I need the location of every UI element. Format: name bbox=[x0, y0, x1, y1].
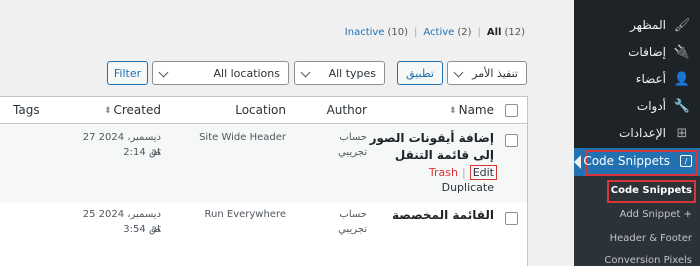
view-active-count: (2) bbox=[457, 27, 472, 38]
chevron-down-icon bbox=[300, 67, 311, 78]
snippet-title[interactable]: القائمة المخصصة bbox=[359, 207, 494, 224]
sidebar-item-label: أعضاء bbox=[635, 72, 666, 86]
view-all-link[interactable]: All bbox=[487, 27, 502, 38]
separator: | bbox=[477, 27, 481, 38]
snippet-author: حساب تجريبي bbox=[338, 132, 367, 158]
view-inactive-link[interactable]: Inactive bbox=[345, 27, 385, 38]
location-filter-select[interactable]: All locations bbox=[152, 61, 289, 85]
sidebar-item-settings[interactable]: الإعدادات ⊞ bbox=[580, 120, 690, 146]
sidebar-item-tools[interactable]: أدوات 🔧 bbox=[580, 93, 690, 119]
sidebar-item-label: إضافات bbox=[628, 45, 666, 59]
type-filter-select[interactable]: All types bbox=[294, 61, 385, 85]
sidebar-item-label: الإعدادات bbox=[619, 126, 666, 140]
view-all[interactable]: All (12) bbox=[487, 27, 525, 38]
snippet-title[interactable]: إضافة أيقونات الصور إلى قائمة التنقل bbox=[359, 130, 494, 164]
snippets-table: ⬍ Name Author Location ⬍ Created Tags إضاف… bbox=[0, 96, 528, 266]
type-filter-value: All types bbox=[328, 66, 376, 80]
table-row: القائمة المخصصة حساب تجريبي Run Everywhe… bbox=[0, 203, 527, 266]
column-created[interactable]: ⬍ Created bbox=[104, 103, 161, 117]
sidebar-item-users[interactable]: أعضاء 👤 bbox=[580, 66, 690, 92]
view-active-link[interactable]: Active bbox=[423, 27, 454, 38]
sidebar-item-label: Code Snippets bbox=[583, 154, 670, 168]
submenu-item-conversion-pixels[interactable]: Conversion Pixels bbox=[604, 255, 692, 266]
snippet-author: حساب تجريبي bbox=[338, 209, 367, 235]
row-checkbox[interactable] bbox=[505, 212, 518, 225]
wrench-icon: 🔧 bbox=[673, 98, 691, 114]
column-author: Author bbox=[326, 103, 367, 117]
column-location: Location bbox=[235, 103, 286, 117]
bulk-action-select[interactable]: تنفيذ الأمر bbox=[447, 61, 527, 85]
sidebar-item-label: المظهر bbox=[630, 18, 666, 32]
sidebar-item-plugins[interactable]: إضافات 🔌 bbox=[580, 39, 690, 65]
snippet-time: 3:54 ص bbox=[123, 224, 161, 235]
snippet-location: Run Everywhere bbox=[204, 209, 286, 220]
view-all-count: (12) bbox=[504, 27, 525, 38]
chevron-down-icon bbox=[158, 67, 169, 78]
location-filter-value: All locations bbox=[213, 66, 280, 80]
plugin-icon: 🔌 bbox=[673, 44, 691, 60]
settings-icon: ⊞ bbox=[676, 125, 688, 141]
duplicate-link[interactable]: Duplicate bbox=[442, 181, 494, 194]
sort-icon: ⬍ bbox=[103, 106, 112, 116]
main-content: All (12) | Active (2) | Inactive (10) تن… bbox=[0, 0, 574, 266]
column-name[interactable]: ⬍ Name bbox=[449, 103, 494, 117]
view-active[interactable]: Active (2) bbox=[423, 27, 471, 38]
table-header: ⬍ Name Author Location ⬍ Created Tags bbox=[0, 97, 527, 124]
bulk-action-value: تنفيذ الأمر bbox=[472, 66, 518, 80]
select-all-checkbox[interactable] bbox=[505, 104, 518, 117]
sort-icon: ⬍ bbox=[449, 106, 457, 116]
sidebar-item-appearance[interactable]: المظهر 🖌 bbox=[580, 12, 690, 38]
current-menu-pointer bbox=[574, 155, 581, 169]
apply-button[interactable]: تطبيق bbox=[397, 61, 443, 85]
view-inactive[interactable]: Inactive (10) bbox=[345, 27, 408, 38]
submenu-item-add-snippet[interactable]: Add Snippet + bbox=[620, 209, 692, 220]
edit-link[interactable]: Edit bbox=[469, 165, 497, 180]
status-views: All (12) | Active (2) | Inactive (10) bbox=[345, 27, 525, 38]
column-tags: Tags bbox=[13, 103, 40, 117]
sidebar-item-label: أدوات bbox=[636, 99, 666, 113]
paintbrush-icon: 🖌 bbox=[673, 17, 691, 33]
row-checkbox[interactable] bbox=[505, 134, 518, 147]
separator: | bbox=[414, 27, 418, 38]
filter-button[interactable]: Filter bbox=[107, 61, 148, 85]
snippet-location: Site Wide Header bbox=[199, 132, 286, 143]
row-actions: Trash | Edit bbox=[429, 165, 497, 180]
trash-link[interactable]: Trash bbox=[429, 166, 458, 179]
table-row: إضافة أيقونات الصور إلى قائمة التنقل Tra… bbox=[0, 125, 527, 203]
code-icon: / bbox=[680, 155, 692, 167]
view-inactive-count: (10) bbox=[387, 27, 408, 38]
submenu-item-header-footer[interactable]: Header & Footer bbox=[610, 233, 692, 244]
snippet-time: 2:14 ص bbox=[123, 147, 161, 158]
chevron-down-icon bbox=[453, 67, 464, 78]
admin-sidebar: المظهر 🖌 إضافات 🔌 أعضاء 👤 أدوات 🔧 الإعدا… bbox=[574, 0, 700, 266]
user-icon: 👤 bbox=[673, 71, 691, 87]
submenu-item-code-snippets[interactable]: Code Snippets bbox=[611, 185, 692, 196]
separator: | bbox=[461, 166, 466, 179]
